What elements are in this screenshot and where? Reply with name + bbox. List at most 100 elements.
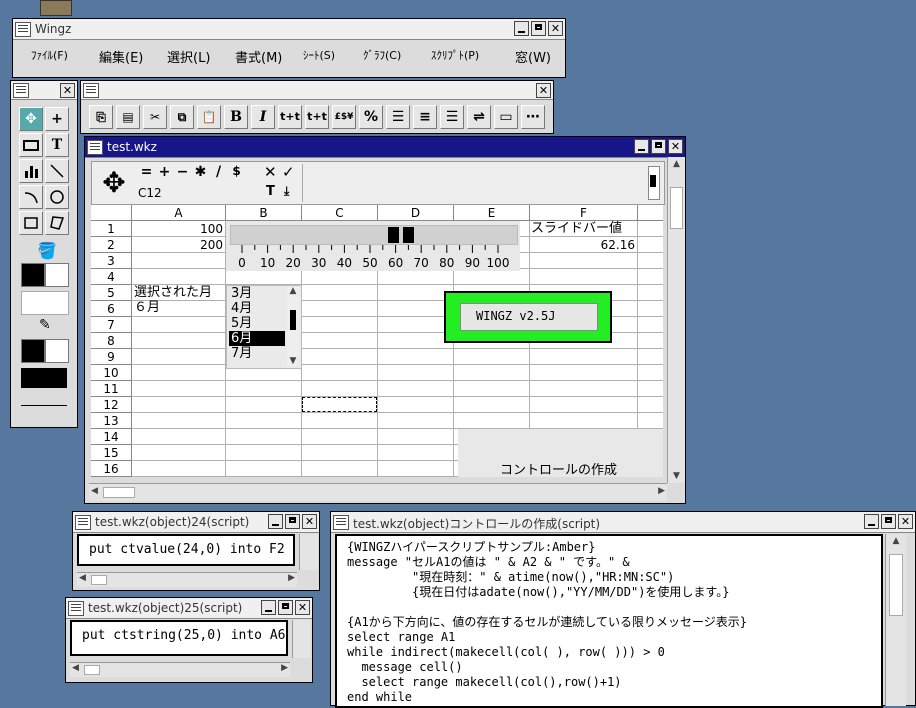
main-script-maximize-button[interactable] (881, 514, 896, 529)
grid-cell[interactable] (638, 349, 663, 365)
fill-bg-swatch[interactable] (45, 263, 69, 287)
row-header[interactable]: 14 (91, 429, 132, 445)
align-left-icon[interactable]: ☰ (386, 105, 410, 129)
grid-cell[interactable] (132, 397, 226, 413)
main-script-vscroll[interactable]: ▲ (885, 534, 906, 706)
grid-cell[interactable] (378, 461, 454, 477)
grid-cell[interactable] (638, 365, 663, 381)
grid-cell[interactable] (132, 365, 226, 381)
row-header[interactable]: 16 (91, 461, 132, 477)
grid-cell[interactable] (226, 429, 302, 445)
month-listbox[interactable]: 3月 4月 5月 6月 7月 ▲ ▼ (226, 285, 302, 369)
op-dollar[interactable]: $ (228, 164, 245, 180)
listbox-item[interactable]: 7月 (229, 346, 285, 361)
grid-cell[interactable] (132, 269, 226, 285)
percent-icon[interactable]: % (359, 105, 383, 129)
format-toolbar-title-bar[interactable]: ✕ (81, 81, 553, 100)
cut-icon[interactable]: ✂ (143, 105, 167, 129)
wingz-title-bar[interactable]: Wingz ✕ (13, 19, 565, 40)
wrap-icon[interactable]: ⇌ (467, 105, 491, 129)
row-header[interactable]: 2 (91, 237, 132, 253)
minimize-button[interactable] (514, 21, 529, 36)
menu-sheet[interactable]: ｼｰﾄ(S) (303, 47, 335, 63)
cell-F2[interactable]: 62.16 (531, 238, 635, 253)
op-multiply[interactable]: ✱ (192, 164, 209, 180)
border-icon[interactable]: ▭ (494, 105, 518, 129)
currency-icon[interactable]: £$¥ (332, 105, 356, 129)
script24-close-button[interactable]: ✕ (302, 514, 317, 529)
row-header[interactable]: 10 (91, 365, 132, 381)
script24-editor[interactable]: put ctvalue(24,0) into F2 (77, 534, 295, 566)
menu-select[interactable]: 選択(L) (167, 47, 210, 66)
script25-menu-icon[interactable] (68, 601, 84, 616)
col-header-D[interactable]: D (378, 205, 454, 221)
row-header[interactable]: 4 (91, 269, 132, 285)
palette-close-button[interactable]: ✕ (60, 83, 75, 98)
grid-cell[interactable] (302, 349, 378, 365)
grid-cell[interactable] (302, 269, 378, 285)
row-header[interactable]: 15 (91, 445, 132, 461)
slider-track[interactable] (230, 225, 518, 245)
accept-icon[interactable]: ✓ (282, 163, 295, 181)
grid-cell[interactable] (454, 413, 530, 429)
grid-cell[interactable] (132, 333, 226, 349)
grid-cell[interactable] (454, 397, 530, 413)
tool-palette-title-bar[interactable]: ✕ (11, 81, 77, 100)
fill-bucket-icon[interactable]: 🪣 (37, 241, 57, 260)
cancel-icon[interactable]: ✕ (264, 163, 277, 181)
close-button[interactable]: ✕ (548, 21, 563, 36)
grid-cell[interactable] (530, 253, 638, 269)
row-header[interactable]: 5 (91, 285, 132, 301)
grid-cell[interactable] (132, 349, 226, 365)
grid-cell[interactable] (454, 349, 530, 365)
sheet-close-button[interactable]: ✕ (668, 139, 683, 154)
sheet-vertical-scrollbar[interactable]: ▲ ▼ (667, 157, 685, 483)
row-header[interactable]: 13 (91, 413, 132, 429)
grid-cell[interactable] (378, 285, 454, 301)
grid-cell[interactable] (378, 397, 454, 413)
selected-cell-C12[interactable] (302, 397, 377, 412)
grid-cell[interactable] (132, 429, 226, 445)
grid-cell[interactable] (638, 237, 663, 253)
script24-title-bar[interactable]: test.wkz(object)24(script) ✕ (73, 512, 319, 533)
grid-cell[interactable] (638, 413, 663, 429)
grid-cell[interactable] (378, 445, 454, 461)
fill-color-swatch[interactable] (21, 263, 45, 287)
corner-cell[interactable] (91, 205, 132, 221)
navigator-icon[interactable]: ✥ (96, 165, 132, 201)
row-header[interactable]: 3 (91, 253, 132, 269)
col-header-A[interactable]: A (132, 205, 226, 221)
menu-edit[interactable]: 編集(E) (99, 47, 143, 66)
op-equals[interactable]: = (138, 164, 155, 180)
grid-cell[interactable] (638, 253, 663, 269)
script24-maximize-button[interactable] (285, 514, 300, 529)
grid-cell[interactable] (378, 381, 454, 397)
grid-cell[interactable] (132, 253, 226, 269)
menu-format[interactable]: 書式(M) (235, 47, 282, 66)
col-header-F[interactable]: F (530, 205, 638, 221)
cell-A2[interactable]: 200 (132, 238, 223, 253)
slider-control[interactable]: 0 10 20 30 40 50 60 70 80 90 100 (226, 221, 520, 271)
grid-cell[interactable] (302, 365, 378, 381)
grid-cell[interactable] (302, 333, 378, 349)
row-header[interactable]: 11 (91, 381, 132, 397)
cell-A1[interactable]: 100 (132, 222, 223, 237)
grid-cell[interactable] (638, 301, 663, 317)
grid-cell[interactable] (638, 269, 663, 285)
main-script-close-button[interactable]: ✕ (898, 514, 913, 529)
grid-cell[interactable] (226, 413, 302, 429)
line-pattern-swatch[interactable] (21, 368, 67, 388)
menu-file[interactable]: ﾌｧｲﾙ(F) (31, 47, 68, 63)
grid-cell[interactable] (378, 301, 454, 317)
grid-cell[interactable] (378, 349, 454, 365)
cursor-icon[interactable]: ✥ (19, 107, 43, 131)
main-script-editor[interactable]: {WINGZハイパースクリプトサンプル:Amber} message "セルA1の… (335, 534, 883, 708)
grid-cell[interactable] (226, 269, 302, 285)
grid-cell[interactable] (302, 301, 378, 317)
row-header[interactable]: 7 (91, 317, 132, 333)
grid-cell[interactable] (530, 413, 638, 429)
row-header[interactable]: 1 (91, 221, 132, 237)
op-divide[interactable]: / (210, 164, 227, 180)
grid-cell[interactable] (302, 381, 378, 397)
grid-cell[interactable] (378, 317, 454, 333)
